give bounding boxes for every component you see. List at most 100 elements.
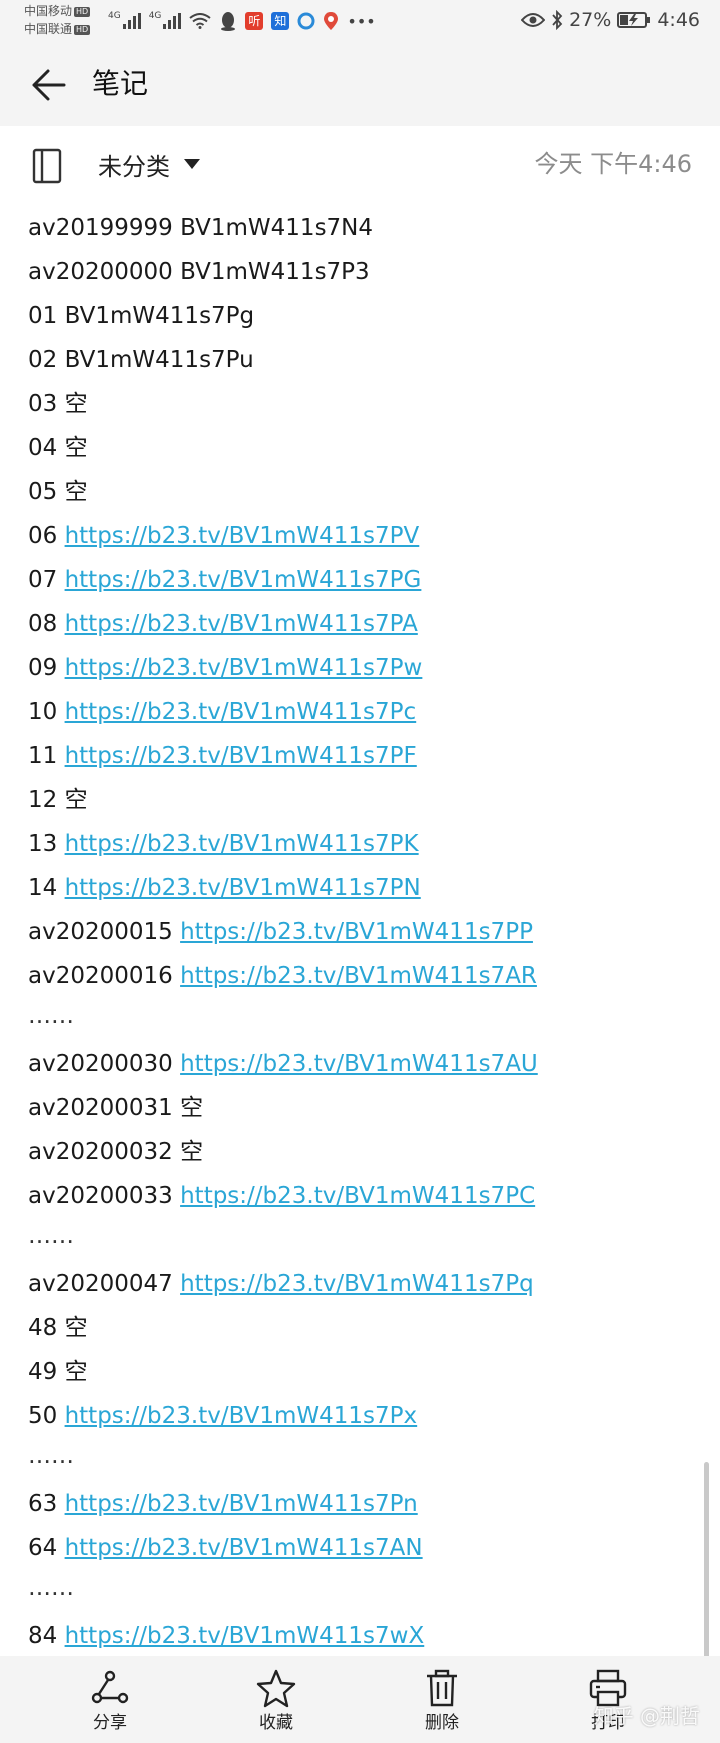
- note-link[interactable]: https://b23.tv/BV1mW411s7Pn: [65, 1491, 418, 1517]
- note-line: 02 BV1mW411s7Pu: [28, 338, 688, 382]
- note-timestamp: 今天 下午4:46: [534, 150, 692, 178]
- line-text: av20200033: [28, 1183, 181, 1209]
- line-text: 11: [28, 743, 65, 769]
- status-icons-left: 4G 4G 听 知 •••: [108, 10, 376, 32]
- line-text: av20200031 空: [28, 1095, 204, 1121]
- battery-percent: 27%: [569, 9, 612, 31]
- page-title: 笔记: [92, 67, 149, 100]
- line-text: 05 空: [28, 479, 88, 505]
- more-notifications-icon: •••: [347, 11, 376, 31]
- share-button[interactable]: 分享: [27, 1656, 193, 1743]
- note-line: 06 https://b23.tv/BV1mW411s7PV: [28, 514, 688, 558]
- line-text: 06: [28, 523, 65, 549]
- note-link[interactable]: https://b23.tv/BV1mW411s7PC: [180, 1183, 535, 1209]
- qq-icon: [221, 12, 236, 31]
- star-icon: [256, 1669, 296, 1708]
- note-link[interactable]: https://b23.tv/BV1mW411s7AN: [65, 1535, 423, 1561]
- signal-icon: [122, 13, 141, 29]
- note-line: 12 空: [28, 778, 688, 822]
- status-bar: 中国移动 HD 中国联通 HD 4G 4G 听 知 ••• 27% 4:46: [0, 0, 720, 42]
- note-link[interactable]: https://b23.tv/BV1mW411s7Pq: [180, 1271, 534, 1297]
- note-content[interactable]: 未分类 今天 下午4:46 av20199999 BV1mW411s7N4 av2…: [0, 126, 720, 1656]
- note-line: av20200031 空: [28, 1086, 688, 1130]
- line-text: 50: [28, 1403, 65, 1429]
- category-dropdown[interactable]: 未分类: [98, 144, 200, 184]
- note-line: 04 空: [28, 426, 688, 470]
- note-link[interactable]: https://b23.tv/BV1mW411s7PP: [180, 919, 533, 945]
- note-link[interactable]: https://b23.tv/BV1mW411s7PG: [65, 567, 422, 593]
- line-text: 02 BV1mW411s7Pu: [28, 347, 254, 373]
- line-text: 07: [28, 567, 65, 593]
- favorite-button[interactable]: 收藏: [193, 1656, 359, 1743]
- delete-button[interactable]: 删除: [359, 1656, 525, 1743]
- note-line: ……: [28, 1570, 688, 1614]
- note-lines: av20199999 BV1mW411s7N4 av20200000 BV1mW4…: [28, 206, 688, 1656]
- note-link[interactable]: https://b23.tv/BV1mW411s7wX: [65, 1623, 425, 1649]
- scrollbar[interactable]: [704, 1462, 709, 1656]
- line-text: 01 BV1mW411s7Pg: [28, 303, 255, 329]
- note-line: av20200030 https://b23.tv/BV1mW411s7AU: [28, 1042, 688, 1086]
- note-line: 03 空: [28, 382, 688, 426]
- note-link[interactable]: https://b23.tv/BV1mW411s7PF: [65, 743, 417, 769]
- note-line: 14 https://b23.tv/BV1mW411s7PN: [28, 866, 688, 910]
- browser-icon: [297, 12, 315, 30]
- network-type-2: 4G: [148, 11, 162, 21]
- carrier-1: 中国移动: [24, 4, 73, 18]
- note-meta-row: 未分类 今天 下午4:46: [0, 126, 720, 212]
- line-text: 48 空: [28, 1315, 88, 1341]
- line-text: 14: [28, 875, 65, 901]
- carrier-info: 中国移动 HD 中国联通 HD: [24, 2, 91, 38]
- note-line: ……: [28, 1438, 688, 1482]
- hd-badge-2: HD: [74, 25, 91, 35]
- favorite-label: 收藏: [259, 1713, 293, 1733]
- title-bar: 笔记: [0, 42, 720, 126]
- wifi-icon: [189, 13, 212, 29]
- line-text: av20200032 空: [28, 1139, 204, 1165]
- network-type-1: 4G: [108, 11, 121, 21]
- note-line: av20200015 https://b23.tv/BV1mW411s7PP: [28, 910, 688, 954]
- trash-icon: [427, 1669, 457, 1707]
- note-link[interactable]: https://b23.tv/BV1mW411s7PN: [65, 875, 421, 901]
- note-line: 84 https://b23.tv/BV1mW411s7wX: [28, 1614, 688, 1656]
- note-line: 09 https://b23.tv/BV1mW411s7Pw: [28, 646, 688, 690]
- line-text: 10: [28, 699, 65, 725]
- line-text: 63: [28, 1491, 65, 1517]
- line-text: av20200000 BV1mW411s7P3: [28, 259, 370, 285]
- note-link[interactable]: https://b23.tv/BV1mW411s7PK: [65, 831, 419, 857]
- note-line: ……: [28, 998, 688, 1042]
- line-text: 04 空: [28, 435, 88, 461]
- back-button[interactable]: [28, 64, 70, 106]
- carrier-2: 中国联通: [24, 22, 73, 36]
- line-text: ……: [28, 1223, 74, 1249]
- note-link[interactable]: https://b23.tv/BV1mW411s7AR: [180, 963, 537, 989]
- note-link[interactable]: https://b23.tv/BV1mW411s7PA: [65, 611, 418, 637]
- line-text: 64: [28, 1535, 65, 1561]
- line-text: ……: [28, 1575, 74, 1601]
- clock: 4:46: [657, 9, 700, 31]
- delete-label: 删除: [425, 1713, 459, 1733]
- signal-icon-2: [163, 13, 182, 29]
- caret-down-icon: [184, 159, 200, 169]
- line-text: ……: [28, 1443, 74, 1469]
- line-text: av20199999 BV1mW411s7N4: [28, 215, 374, 241]
- line-text: av20200047: [28, 1271, 181, 1297]
- note-link[interactable]: https://b23.tv/BV1mW411s7AU: [180, 1051, 538, 1077]
- note-line: 48 空: [28, 1306, 688, 1350]
- line-text: 13: [28, 831, 65, 857]
- share-label: 分享: [93, 1713, 127, 1733]
- battery-charging-icon: [617, 12, 651, 28]
- note-link[interactable]: https://b23.tv/BV1mW411s7Px: [65, 1403, 418, 1429]
- bluetooth-icon: [552, 10, 563, 30]
- status-icons-right: 27% 4:46: [521, 8, 700, 32]
- note-link[interactable]: https://b23.tv/BV1mW411s7Pw: [65, 655, 423, 681]
- note-line: av20199999 BV1mW411s7N4: [28, 206, 688, 250]
- line-text: av20200016: [28, 963, 181, 989]
- note-line: 63 https://b23.tv/BV1mW411s7Pn: [28, 1482, 688, 1526]
- note-link[interactable]: https://b23.tv/BV1mW411s7PV: [65, 523, 420, 549]
- listen-app-icon: 听: [245, 12, 264, 30]
- line-text: 08: [28, 611, 65, 637]
- note-line: 49 空: [28, 1350, 688, 1394]
- note-line: av20200047 https://b23.tv/BV1mW411s7Pq: [28, 1262, 688, 1306]
- note-link[interactable]: https://b23.tv/BV1mW411s7Pc: [65, 699, 417, 725]
- line-text: 12 空: [28, 787, 88, 813]
